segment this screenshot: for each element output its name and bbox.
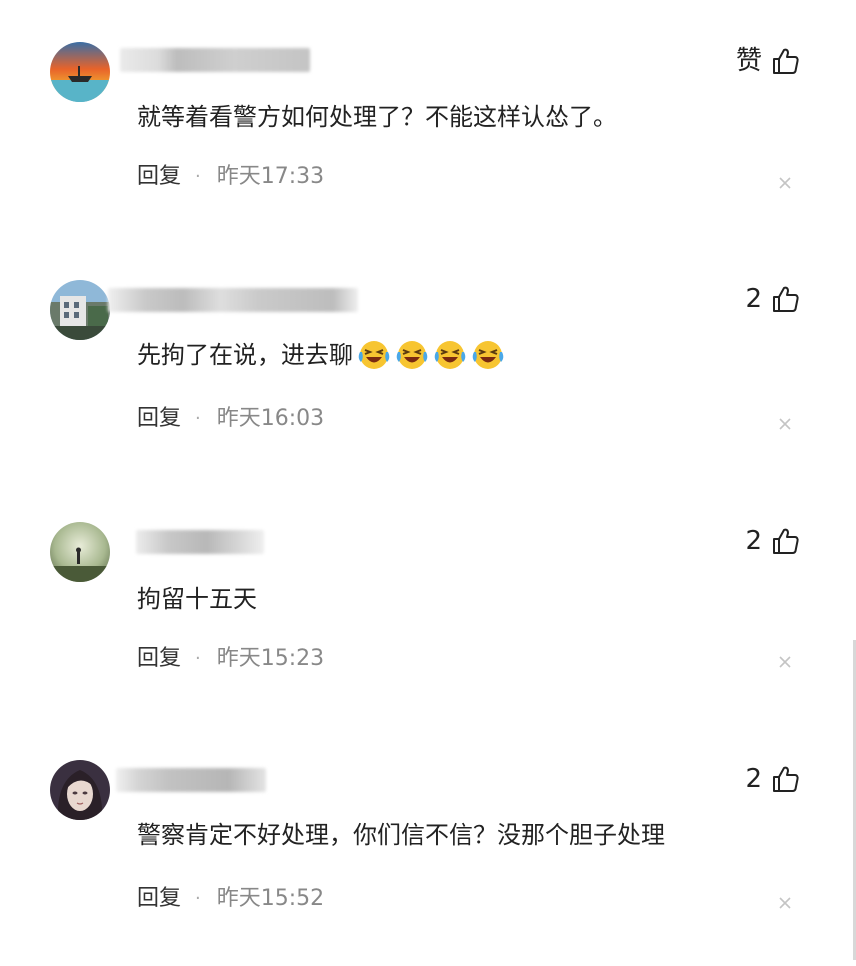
avatar-building-icon: [50, 280, 110, 340]
avatar-boat-sunset-icon: [50, 42, 110, 102]
like-button[interactable]: 赞: [736, 44, 800, 78]
close-icon[interactable]: [776, 415, 794, 433]
close-icon[interactable]: [776, 653, 794, 671]
laughing-crying-emoji-icon: [472, 341, 504, 369]
avatar[interactable]: [50, 280, 110, 340]
comment-text-row: 先拘了在说，进去聊: [137, 338, 505, 372]
comment-time: 昨天17:33: [216, 164, 325, 189]
like-count: 2: [745, 526, 762, 556]
like-button[interactable]: 2: [745, 762, 800, 796]
username-blurred[interactable]: [108, 288, 358, 312]
comment-item: 2 先拘了在说，进去聊 回复 · 昨天16:03: [0, 240, 856, 480]
like-count: 2: [745, 764, 762, 794]
laughing-crying-emoji-icon: [434, 341, 466, 369]
avatar-anime-girl-icon: [50, 760, 110, 820]
comment-text: 先拘了在说，进去聊: [137, 341, 353, 369]
separator-dot: ·: [195, 888, 201, 909]
comment-item: 2 警察肯定不好处理，你们信不信？没那个胆子处理 回复 · 昨天15:52: [0, 720, 856, 960]
thumbs-up-icon: [773, 48, 799, 74]
comment-meta: 回复 · 昨天15:52: [137, 884, 324, 914]
comment-text: 拘留十五天: [137, 585, 257, 613]
reply-button[interactable]: 回复: [137, 404, 181, 434]
close-icon[interactable]: [776, 894, 794, 912]
comment-meta: 回复 · 昨天17:33: [137, 162, 324, 192]
separator-dot: ·: [195, 408, 201, 429]
comment-meta: 回复 · 昨天15:23: [137, 644, 324, 674]
comment-meta: 回复 · 昨天16:03: [137, 404, 324, 434]
like-button[interactable]: 2: [745, 282, 800, 316]
comment-time: 昨天15:52: [216, 886, 325, 911]
reply-button[interactable]: 回复: [137, 644, 181, 674]
comment-item: 赞 就等着看警方如何处理了？不能这样认怂了。 回复 · 昨天17:33: [0, 0, 856, 240]
comment-time: 昨天15:23: [216, 646, 325, 671]
username-blurred[interactable]: [120, 48, 310, 72]
comment-text: 警察肯定不好处理，你们信不信？没那个胆子处理: [137, 821, 665, 849]
like-label: 赞: [735, 46, 762, 76]
like-count: 2: [745, 284, 762, 314]
reply-button[interactable]: 回复: [137, 162, 181, 192]
separator-dot: ·: [195, 648, 201, 669]
avatar[interactable]: [50, 760, 110, 820]
avatar-person-field-icon: [50, 522, 110, 582]
reply-button[interactable]: 回复: [137, 884, 181, 914]
avatar[interactable]: [50, 522, 110, 582]
thumbs-up-icon: [773, 766, 799, 792]
comment-time: 昨天16:03: [216, 406, 325, 431]
username-blurred[interactable]: [116, 768, 266, 792]
close-icon[interactable]: [776, 174, 794, 192]
laughing-crying-emoji-icon: [396, 341, 428, 369]
avatar[interactable]: [50, 42, 110, 102]
thumbs-up-icon: [773, 528, 799, 554]
thumbs-up-icon: [773, 286, 799, 312]
username-blurred[interactable]: [136, 530, 264, 554]
comment-item: 2 拘留十五天 回复 · 昨天15:23: [0, 482, 856, 722]
like-button[interactable]: 2: [745, 524, 800, 558]
separator-dot: ·: [195, 166, 201, 187]
laughing-crying-emoji-icon: [358, 341, 390, 369]
comment-text: 就等着看警方如何处理了？不能这样认怂了。: [137, 103, 617, 131]
